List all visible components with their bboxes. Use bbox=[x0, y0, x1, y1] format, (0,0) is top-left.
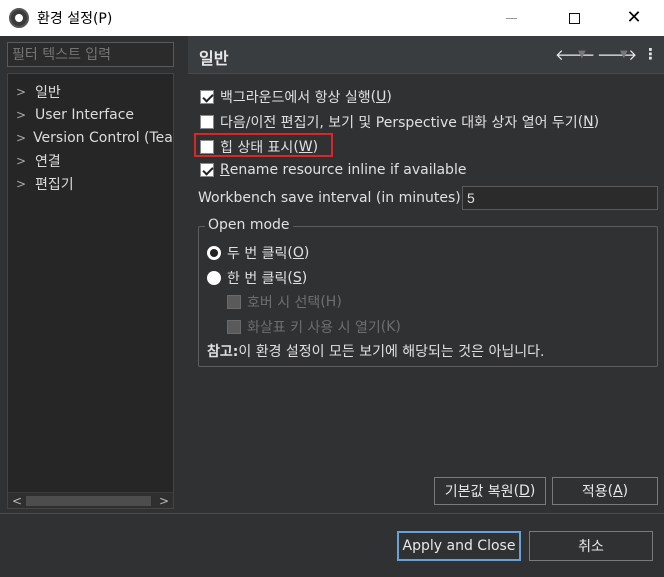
scroll-left-icon[interactable]: < bbox=[12, 493, 22, 508]
option-label: 백그라운드에서 항상 실행 bbox=[220, 90, 371, 106]
checkbox[interactable] bbox=[200, 115, 214, 129]
chevron-right-icon[interactable]: > bbox=[16, 108, 28, 122]
option-rename-inline[interactable]: Rename resource inline if available bbox=[200, 162, 466, 178]
option-label: 화살표 키 사용 시 열기 bbox=[247, 320, 381, 336]
left-panel: > 일반 > User Interface > Version Control … bbox=[0, 36, 182, 513]
option-label: 호버 시 선택 bbox=[247, 295, 321, 311]
preferences-tree: > 일반 > User Interface > Version Control … bbox=[7, 73, 174, 509]
mnemonic: H bbox=[325, 294, 337, 310]
tree-item-editor[interactable]: > 편집기 bbox=[8, 172, 173, 195]
checkbox[interactable] bbox=[200, 140, 214, 154]
button-label: 적용 bbox=[581, 484, 608, 500]
button-label: 기본값 복원 bbox=[444, 484, 514, 500]
cancel-button[interactable]: 취소 bbox=[529, 531, 653, 561]
option-label: ename resource inline if available bbox=[229, 162, 467, 178]
mnemonic: U bbox=[376, 89, 387, 105]
checkbox[interactable] bbox=[200, 90, 214, 104]
open-mode-group: Open mode 두 번 클릭(O) 한 번 클릭(S) 호버 시 선택(H)… bbox=[198, 217, 658, 367]
forward-dropdown-icon[interactable]: ▼ bbox=[620, 49, 628, 60]
horizontal-scrollbar[interactable]: < > bbox=[8, 492, 173, 508]
filter-input[interactable] bbox=[7, 42, 174, 67]
minimize-button[interactable] bbox=[480, 0, 542, 36]
chevron-right-icon[interactable]: > bbox=[16, 85, 28, 99]
mnemonic: O bbox=[292, 245, 304, 261]
mnemonic: R bbox=[220, 162, 230, 178]
radio-button[interactable] bbox=[207, 246, 221, 260]
option-keep-dialog-open[interactable]: 다음/이전 편집기, 보기 및 Perspective 대화 상자 열어 두기(… bbox=[200, 112, 599, 132]
right-panel: 일반 🡐 ▼ 🡒 ▼ ⋮ 백그라운드에서 항상 실행(U) 다음/이전 편집기,… bbox=[188, 36, 664, 513]
option-label: 힙 상태 표시 bbox=[220, 140, 294, 156]
checkbox[interactable] bbox=[200, 163, 214, 177]
note-text: 이 환경 설정이 모든 보기에 해당되는 것은 아닙니다. bbox=[238, 344, 545, 360]
tree-item-label: 편집기 bbox=[35, 176, 74, 193]
mnemonic: K bbox=[386, 319, 396, 335]
app-icon bbox=[9, 8, 29, 28]
chevron-right-icon[interactable]: > bbox=[16, 154, 28, 168]
view-menu-icon[interactable]: ⋮ bbox=[643, 45, 658, 63]
radio-double-click[interactable]: 두 번 클릭(O) bbox=[207, 243, 309, 263]
radio-button[interactable] bbox=[207, 271, 221, 285]
radio-single-click[interactable]: 한 번 클릭(S) bbox=[207, 268, 307, 288]
save-interval-label: Workbench save interval (in minutes): bbox=[198, 190, 466, 206]
back-arrow-icon[interactable]: 🡐 bbox=[555, 45, 595, 64]
checkbox bbox=[227, 320, 241, 334]
tree-item-label: 일반 bbox=[35, 84, 61, 101]
window-title: 환경 설정(P) bbox=[37, 11, 113, 27]
tree-item-version-control[interactable]: > Version Control (Team) bbox=[8, 126, 173, 149]
restore-defaults-button[interactable]: 기본값 복원(D) bbox=[434, 477, 546, 505]
checkbox bbox=[227, 295, 241, 309]
option-hover-select: 호버 시 선택(H) bbox=[227, 292, 342, 312]
note-bold: 참고: bbox=[207, 344, 239, 360]
option-show-heap-status[interactable]: 힙 상태 표시(W) bbox=[200, 137, 318, 157]
mnemonic: D bbox=[519, 483, 530, 499]
option-run-in-background[interactable]: 백그라운드에서 항상 실행(U) bbox=[200, 87, 392, 107]
close-button[interactable]: ✕ bbox=[603, 0, 664, 36]
tree-item-general[interactable]: > 일반 bbox=[8, 80, 173, 103]
tree-item-label: Version Control (Team) bbox=[33, 129, 173, 146]
minimize-icon bbox=[505, 17, 517, 19]
tree-item-label: User Interface bbox=[35, 106, 135, 123]
mnemonic: W bbox=[298, 139, 313, 155]
back-dropdown-icon[interactable]: ▼ bbox=[578, 49, 586, 60]
page-header: 일반 🡐 ▼ 🡒 ▼ ⋮ bbox=[188, 36, 664, 74]
option-arrow-open: 화살표 키 사용 시 열기(K) bbox=[227, 317, 401, 337]
radio-label: 한 번 클릭 bbox=[227, 271, 288, 287]
save-interval-label-row: Workbench save interval (in minutes): bbox=[198, 190, 465, 206]
mnemonic: S bbox=[292, 270, 302, 286]
chevron-right-icon[interactable]: > bbox=[16, 177, 28, 191]
mnemonic: A bbox=[613, 483, 623, 499]
scroll-thumb[interactable] bbox=[26, 496, 151, 506]
maximize-button[interactable] bbox=[543, 0, 605, 36]
close-icon: ✕ bbox=[626, 7, 642, 28]
tree-item-user-interface[interactable]: > User Interface bbox=[8, 103, 173, 126]
mnemonic: N bbox=[583, 114, 594, 130]
apply-and-close-button[interactable]: Apply and Close bbox=[397, 531, 521, 561]
radio-label: 두 번 클릭 bbox=[227, 246, 288, 262]
open-mode-label: Open mode bbox=[205, 217, 293, 233]
option-label: 다음/이전 편집기, 보기 및 Perspective 대화 상자 열어 두기 bbox=[220, 115, 578, 131]
save-interval-input[interactable] bbox=[462, 186, 658, 210]
title-bar: 환경 설정(P) ✕ bbox=[0, 0, 664, 36]
forward-arrow-icon[interactable]: 🡒 bbox=[597, 45, 637, 64]
maximize-icon bbox=[568, 12, 580, 24]
footer-separator bbox=[0, 513, 664, 514]
apply-button[interactable]: 적용(A) bbox=[552, 477, 658, 505]
tree-item-label: 연결 bbox=[35, 153, 61, 170]
scroll-right-icon[interactable]: > bbox=[159, 493, 169, 508]
page-title: 일반 bbox=[199, 49, 229, 68]
chevron-right-icon[interactable]: > bbox=[16, 131, 26, 145]
open-mode-note: 참고: 이 환경 설정이 모든 보기에 해당되는 것은 아닙니다. bbox=[207, 341, 544, 361]
tree-item-connection[interactable]: > 연결 bbox=[8, 149, 173, 172]
